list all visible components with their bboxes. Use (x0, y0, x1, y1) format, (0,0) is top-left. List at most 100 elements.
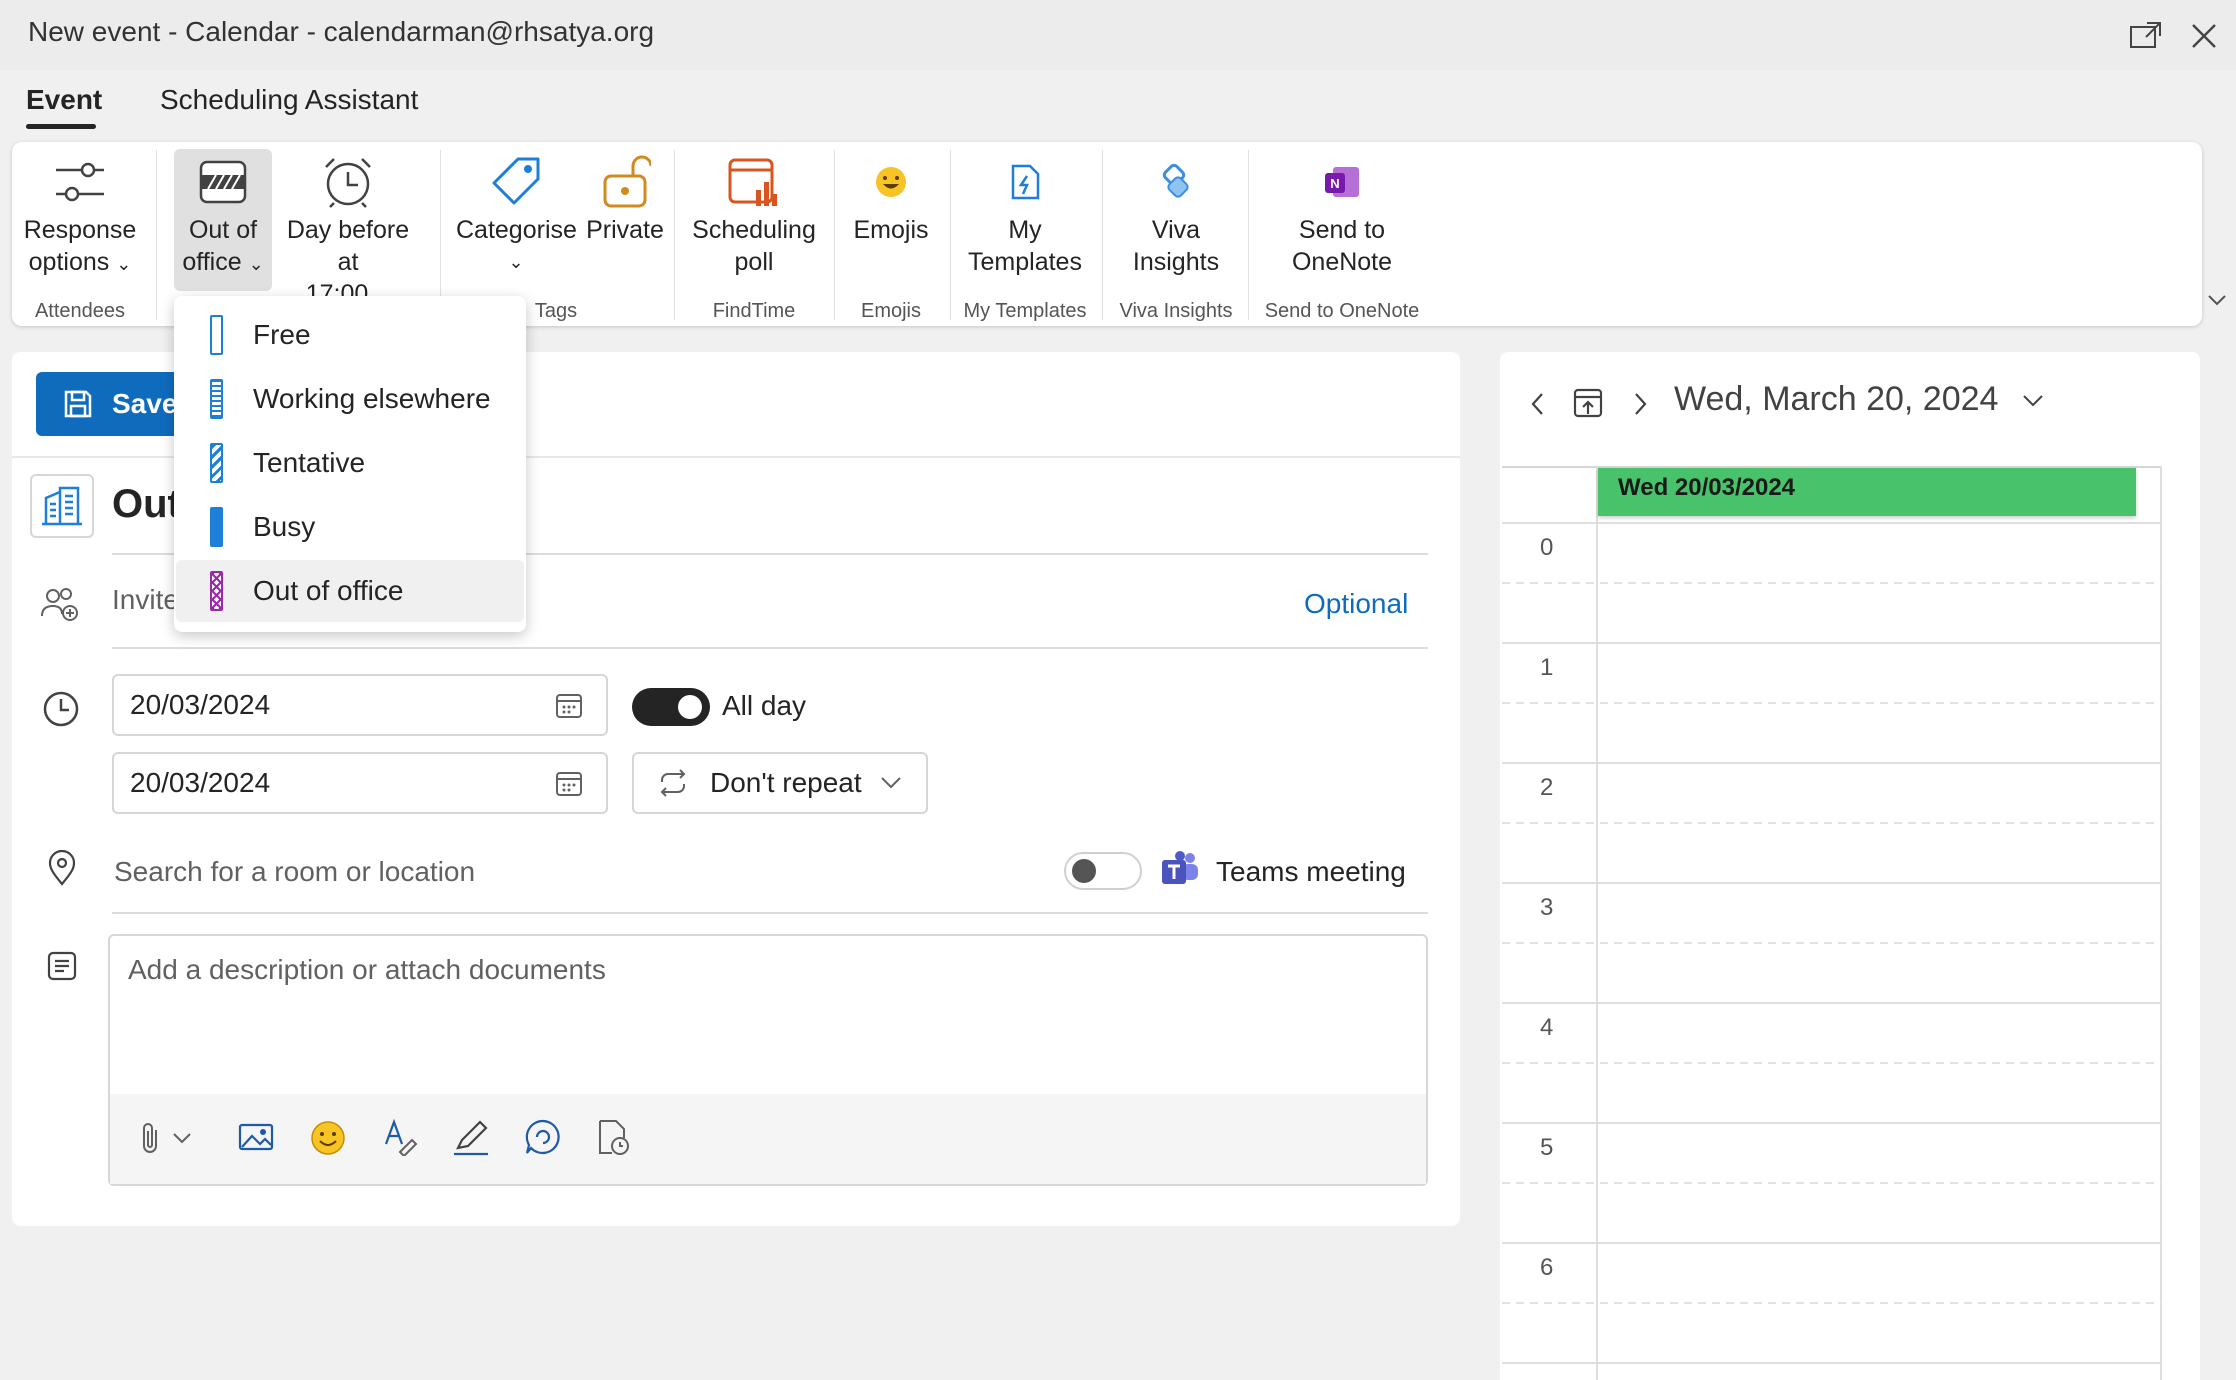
svg-text:N: N (1330, 176, 1339, 191)
chevron-left-icon (1531, 393, 1543, 415)
onenote-icon: N (1262, 150, 1422, 214)
group-findtime: FindTime (712, 300, 796, 322)
show-as-label-1: Out of (188, 216, 258, 244)
next-day-button[interactable] (1630, 390, 1650, 423)
free-swatch (210, 315, 223, 355)
out-of-office-swatch (210, 571, 223, 611)
reminder-button[interactable]: Day before at 17:00 ⌄ (274, 150, 422, 312)
ribbon-expand-chevron-icon[interactable] (2206, 292, 2228, 313)
scheduling-poll-label-1: Scheduling (692, 216, 816, 244)
half-hour-line (1502, 1062, 2162, 1064)
viva-insights-label-2: Insights (1132, 248, 1220, 276)
ribbon-separator (674, 150, 675, 320)
categorise-chevron: ⌄ (508, 252, 524, 272)
pop-out-button[interactable] (2124, 14, 2168, 58)
menu-item-label: Working elsewhere (253, 383, 491, 414)
all-day-event[interactable]: Wed 20/03/2024 (1598, 468, 2136, 516)
notes-icon (46, 950, 78, 987)
response-options-label-1: Response (23, 216, 137, 244)
hour-label: 6 (1540, 1254, 1554, 1281)
hour-label: 4 (1540, 1014, 1554, 1041)
previous-day-button[interactable] (1528, 390, 1548, 423)
teams-icon (1160, 850, 1200, 893)
ribbon-separator (156, 150, 157, 320)
response-options-label-2: options ⌄ (28, 248, 132, 276)
hour-line (1502, 1242, 2162, 1244)
menu-item-working-elsewhere[interactable]: Working elsewhere (176, 368, 524, 430)
tag-icon (456, 150, 576, 214)
group-attendees: Attendees (34, 300, 126, 322)
menu-item-out-of-office[interactable]: Out of office (176, 560, 524, 622)
go-to-today-button[interactable] (1572, 386, 1604, 425)
tab-scheduling-assistant[interactable]: Scheduling Assistant (160, 84, 418, 116)
location-input[interactable]: Search for a room or location (114, 856, 475, 888)
insert-picture-button[interactable] (238, 1122, 274, 1157)
hour-line (1502, 1002, 2162, 1004)
my-templates-button[interactable]: My Templates (958, 150, 1092, 278)
group-my-templates: My Templates (963, 300, 1087, 322)
draw-button[interactable] (452, 1118, 490, 1161)
menu-item-label: Out of office (253, 575, 404, 606)
calendar-icon[interactable] (554, 690, 584, 720)
attach-button[interactable] (138, 1120, 192, 1156)
save-button[interactable]: Save (36, 372, 186, 436)
repeat-dropdown[interactable]: Don't repeat (632, 752, 928, 814)
half-hour-line (1502, 582, 2162, 584)
emojis-button[interactable]: Emojis (842, 150, 940, 246)
show-as-menu: Free Working elsewhere Tentative Busy Ou… (174, 296, 526, 632)
start-date-field[interactable]: 20/03/2024 (112, 674, 608, 736)
location-underline (112, 912, 1428, 914)
hour-line (1502, 1362, 2162, 1364)
invite-input[interactable]: Invite (112, 584, 179, 616)
insert-emoji-button[interactable] (310, 1120, 346, 1161)
alarm-clock-icon (274, 150, 422, 214)
hour-line (1502, 762, 2162, 764)
toggle-knob (1072, 859, 1096, 883)
half-hour-line (1502, 702, 2162, 704)
format-text-button[interactable] (382, 1118, 418, 1161)
scheduling-poll-icon (686, 150, 822, 214)
close-icon (2192, 24, 2216, 48)
half-hour-line (1502, 1302, 2162, 1304)
send-to-onenote-button[interactable]: N Send to OneNote (1262, 150, 1422, 278)
document-clock-icon (599, 1120, 629, 1155)
all-day-label: All day (722, 690, 807, 721)
menu-item-tentative[interactable]: Tentative (176, 432, 524, 494)
smiley-icon (311, 1121, 345, 1155)
ribbon-separator (1102, 150, 1103, 320)
end-date-field[interactable]: 20/03/2024 (112, 752, 608, 814)
group-emojis: Emojis (860, 300, 921, 322)
calendar-icon[interactable] (554, 768, 584, 798)
response-options-button[interactable]: Response options ⌄ (14, 150, 146, 280)
building-icon (42, 486, 82, 526)
end-date-value: 20/03/2024 (130, 767, 271, 798)
menu-item-free[interactable]: Free (176, 304, 524, 366)
all-day-toggle[interactable] (632, 688, 710, 726)
calendar-date-label: Wed, March 20, 2024 (1674, 380, 1999, 418)
hour-line (1502, 522, 2162, 524)
teams-meeting-toggle[interactable] (1064, 852, 1142, 890)
more-options-button[interactable] (596, 1118, 632, 1161)
close-button[interactable] (2182, 14, 2226, 58)
scheduling-poll-button[interactable]: Scheduling poll (686, 150, 822, 278)
private-button[interactable]: Private (578, 150, 672, 246)
event-title-input[interactable]: Out (112, 482, 181, 527)
viva-insights-button[interactable]: Viva Insights (1110, 150, 1242, 278)
reminder-label-1: Day before at (286, 216, 410, 276)
templates-icon (958, 150, 1092, 214)
format-painter-icon (384, 1118, 418, 1158)
loop-button[interactable] (524, 1118, 562, 1161)
menu-item-busy[interactable]: Busy (176, 496, 524, 558)
active-tab-indicator (26, 124, 96, 129)
show-as-icon (174, 150, 272, 214)
calendar-date-picker[interactable]: Wed, March 20, 2024 (1674, 380, 2044, 419)
clock-icon (42, 690, 80, 733)
calendar-picker-button[interactable] (30, 474, 94, 538)
show-as-button[interactable]: Out of office ⌄ (174, 150, 272, 280)
repeat-value: Don't repeat (710, 767, 862, 798)
optional-attendees-link[interactable]: Optional (1304, 588, 1408, 620)
chevron-down-icon (880, 777, 901, 789)
tab-event[interactable]: Event (26, 84, 102, 116)
save-icon (64, 390, 92, 418)
categorise-button[interactable]: Categorise ⌄ (456, 150, 577, 278)
